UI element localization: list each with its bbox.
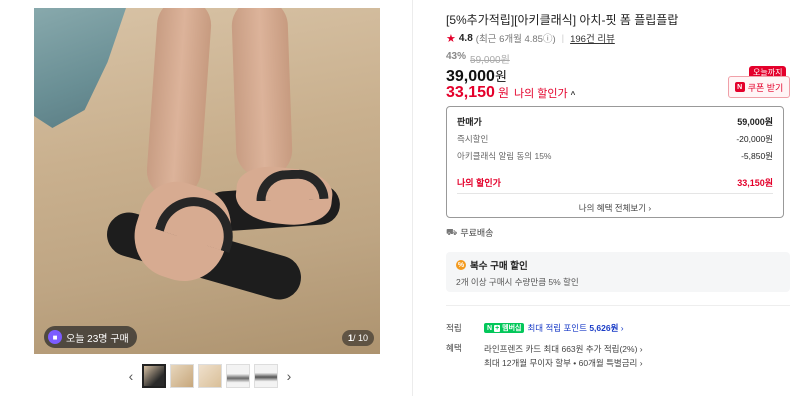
shopping-bag-icon: ■ (48, 330, 62, 344)
shipping-info: ⛟ 무료배송 (446, 226, 493, 239)
multi-purchase-head: % 복수 구매 할인 (456, 258, 780, 272)
rating-detail[interactable]: (최근 6개월 4.85ⓘ) (476, 31, 556, 45)
price-breakdown-box: 판매가 59,000원 즉시할인 -20,000원 아키클래식 알림 동의 15… (446, 106, 784, 218)
breakdown-my-price-row: 나의 할인가 33,150원 (457, 174, 773, 191)
truck-icon: ⛟ (446, 226, 458, 237)
separator: | (561, 32, 565, 44)
my-price-value: 33,150 (446, 84, 495, 101)
breakdown-my-price-label: 나의 할인가 (457, 178, 501, 188)
dress-hem-graphic (34, 8, 126, 128)
points-amount: 5,626원 (589, 323, 619, 333)
page-total: / 10 (353, 333, 369, 343)
breakdown-row: 판매가 59,000원 (457, 113, 773, 130)
sale-price: 39,000원 (446, 66, 507, 86)
purchase-count-badge: ■ 오늘 23명 구매 (44, 326, 137, 348)
coupon-download-button[interactable]: N 쿠폰 받기 (728, 76, 790, 98)
coupon-button-label: 쿠폰 받기 (747, 82, 784, 93)
points-row[interactable]: 적립 N + 멤버십 최대 적립 포인트 5,626원 › (446, 322, 624, 334)
chevron-right-icon[interactable]: › (282, 364, 296, 388)
shipping-text: 무료배송 (460, 228, 494, 238)
thumbnail-3[interactable] (198, 364, 222, 388)
naver-n-icon: N (734, 82, 745, 92)
star-icon: ★ (446, 32, 456, 45)
thumbnail-2[interactable] (170, 364, 194, 388)
card-benefit-link[interactable]: 라인프렌즈 카드 최대 663원 추가 적립(2%) › (484, 342, 643, 356)
points-text: 최대 적립 포인트 5,626원 › (527, 322, 623, 334)
review-count-link[interactable]: 196건 리뷰 (570, 31, 615, 45)
section-divider (446, 305, 790, 306)
breakdown-my-price-value: 33,150원 (737, 178, 773, 188)
points-label: 적립 (446, 323, 462, 333)
my-price-label: 나의 할인가 (513, 88, 568, 100)
plus-icon: + (494, 324, 501, 332)
my-price-unit: 원 (497, 86, 509, 100)
breakdown-row: 즉시할인 -20,000원 (457, 130, 773, 147)
leg-graphic (145, 8, 213, 200)
column-divider (412, 0, 413, 396)
thumbnail-5[interactable] (254, 364, 278, 388)
view-all-benefits-link[interactable]: 나의 혜택 전체보기 › (457, 202, 773, 214)
multi-purchase-title: 복수 구매 할인 (470, 261, 528, 272)
breakdown-label: 판매가 (457, 117, 482, 127)
percent-icon: % (456, 260, 466, 270)
rating-score: 4.8 (458, 32, 473, 44)
purchase-count-text: 오늘 23명 구매 (66, 333, 129, 345)
installment-benefit-link[interactable]: 최대 12개월 무이자 할부 • 60개월 특별금리 › (484, 356, 643, 370)
thumbnail-strip: ‹ › (124, 364, 296, 388)
benefits-label: 혜택 (446, 343, 462, 353)
naver-membership-badge: N + 멤버십 (484, 323, 525, 333)
sale-price-value: 39,000 (446, 68, 495, 85)
leg-graphic (230, 8, 294, 179)
breakdown-label: 즉시할인 (457, 133, 489, 144)
benefits-lines: 라인프렌즈 카드 최대 663원 추가 적립(2%) › 최대 12개월 무이자… (484, 342, 643, 370)
naver-n-icon: N (487, 324, 493, 332)
benefits-row: 혜택 라인프렌즈 카드 최대 663원 추가 적립(2%) › 최대 12개월 … (446, 342, 643, 370)
main-product-image[interactable] (34, 8, 380, 354)
sale-price-unit: 원 (494, 69, 507, 84)
breakdown-value: 59,000원 (737, 117, 773, 127)
discount-row: 43% 59,000원 (446, 51, 510, 66)
chevron-left-icon[interactable]: ‹ (124, 364, 138, 388)
rating-row: ★ 4.8 (최근 6개월 4.85ⓘ) | 196건 리뷰 (446, 31, 615, 46)
breakdown-value: -20,000원 (736, 133, 773, 144)
thumbnail-4[interactable] (226, 364, 250, 388)
original-price: 59,000원 (470, 55, 510, 66)
breakdown-value: -5,850원 (741, 150, 773, 161)
multi-purchase-desc: 2개 이상 구매시 수량만큼 5% 할인 (456, 277, 579, 287)
breakdown-divider (457, 193, 773, 194)
chevron-up-icon[interactable]: ^ (571, 90, 576, 99)
breakdown-label: 아키클래식 알림 동의 15% (457, 150, 552, 161)
product-title: [5%추가적립][아키클래식] 아치-핏 폼 플립플랍 (446, 13, 679, 27)
my-discount-price[interactable]: 33,150 원 나의 할인가 ^ (446, 84, 575, 102)
points-text-prefix: 최대 적립 포인트 (527, 323, 590, 333)
image-page-counter: 1 / 10 (342, 330, 375, 346)
discount-percent: 43% (446, 51, 467, 62)
breakdown-row: 아키클래식 알림 동의 15% -5,850원 (457, 147, 773, 164)
membership-label: 멤버십 (502, 325, 522, 332)
chevron-right-icon: › (618, 323, 624, 333)
multi-purchase-discount-box: % 복수 구매 할인 2개 이상 구매시 수량만큼 5% 할인 (446, 252, 790, 292)
thumbnail-1[interactable] (142, 364, 166, 388)
